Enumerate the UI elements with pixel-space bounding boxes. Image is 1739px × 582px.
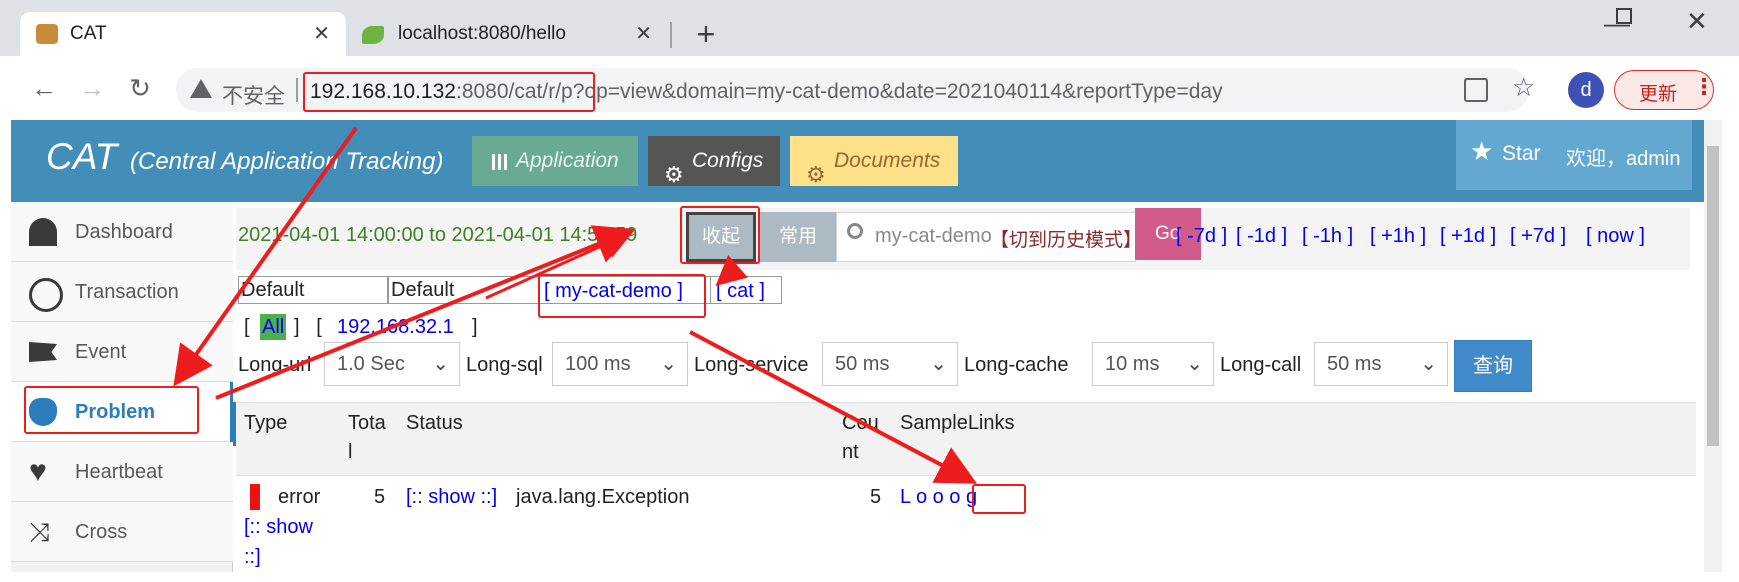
arrow-problem-to-collapse: [215, 225, 636, 400]
arrow-to-collapse: [485, 230, 634, 300]
arrow-to-sample: [689, 330, 978, 484]
arrow-to-cat-link: [715, 254, 748, 286]
arrow-url-to-problem: [173, 126, 358, 387]
annotation-arrows: [173, 126, 978, 484]
